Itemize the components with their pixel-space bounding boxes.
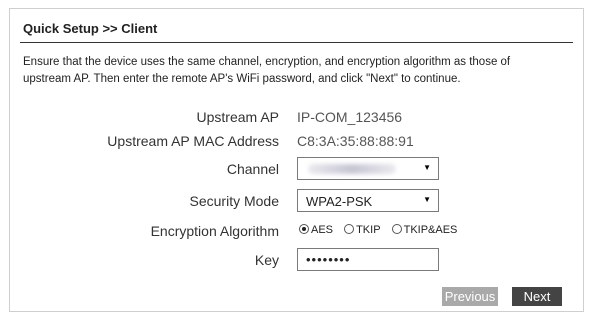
next-button[interactable]: Next (512, 287, 562, 306)
radio-unselected-icon (391, 224, 402, 234)
channel-label: Channel (226, 161, 279, 177)
title-divider (20, 42, 573, 43)
security-mode-value: WPA2-PSK (306, 194, 373, 209)
key-label: Key (254, 252, 279, 268)
channel-row: Channel ▼ (10, 157, 583, 181)
encryption-label: Encryption Algorithm (150, 223, 279, 239)
radio-selected-icon (299, 224, 309, 234)
page-title: Quick Setup >> Client (23, 21, 158, 36)
upstream-ap-row: Upstream AP IP-COM_123456 (10, 105, 583, 129)
intro-line-2: upstream AP. Then enter the remote AP's … (23, 73, 461, 85)
security-label: Security Mode (189, 193, 279, 209)
quick-setup-panel: Quick Setup >> Client Ensure that the de… (9, 8, 584, 312)
security-row: Security Mode WPA2-PSK ▼ (10, 189, 583, 213)
dropdown-arrow-icon: ▼ (423, 195, 431, 204)
radio-unselected-icon (344, 224, 355, 234)
channel-value-blurred (308, 164, 396, 174)
radio-tkip-label: TKIP (356, 224, 381, 236)
intro-line-1: Ensure that the device uses the same cha… (23, 56, 511, 68)
key-password-field[interactable]: •••••••• (297, 248, 439, 271)
dropdown-arrow-icon: ▼ (423, 163, 431, 172)
upstream-ap-label: Upstream AP (196, 109, 279, 125)
key-row: Key •••••••• (10, 248, 583, 272)
radio-aes-label: AES (311, 224, 334, 236)
intro-text: Ensure that the device uses the same cha… (23, 54, 571, 88)
upstream-ap-value: IP-COM_123456 (297, 109, 403, 125)
encryption-radio-group: AES TKIP TKIP&AES (299, 224, 465, 236)
encryption-row: Encryption Algorithm AES TKIP TKIP&AES (10, 219, 583, 243)
radio-aes[interactable]: AES (299, 224, 333, 236)
channel-select[interactable]: ▼ (297, 157, 439, 180)
mac-row: Upstream AP MAC Address C8:3A:35:88:88:9… (10, 129, 583, 153)
radio-tkip[interactable]: TKIP (344, 224, 381, 236)
radio-tkip-aes-label: TKIP&AES (403, 224, 458, 236)
previous-button[interactable]: Previous (442, 287, 498, 306)
mac-value: C8:3A:35:88:88:91 (297, 133, 414, 149)
security-mode-select[interactable]: WPA2-PSK ▼ (297, 189, 439, 212)
mac-label: Upstream AP MAC Address (107, 133, 279, 149)
radio-tkip-aes[interactable]: TKIP&AES (391, 224, 458, 236)
